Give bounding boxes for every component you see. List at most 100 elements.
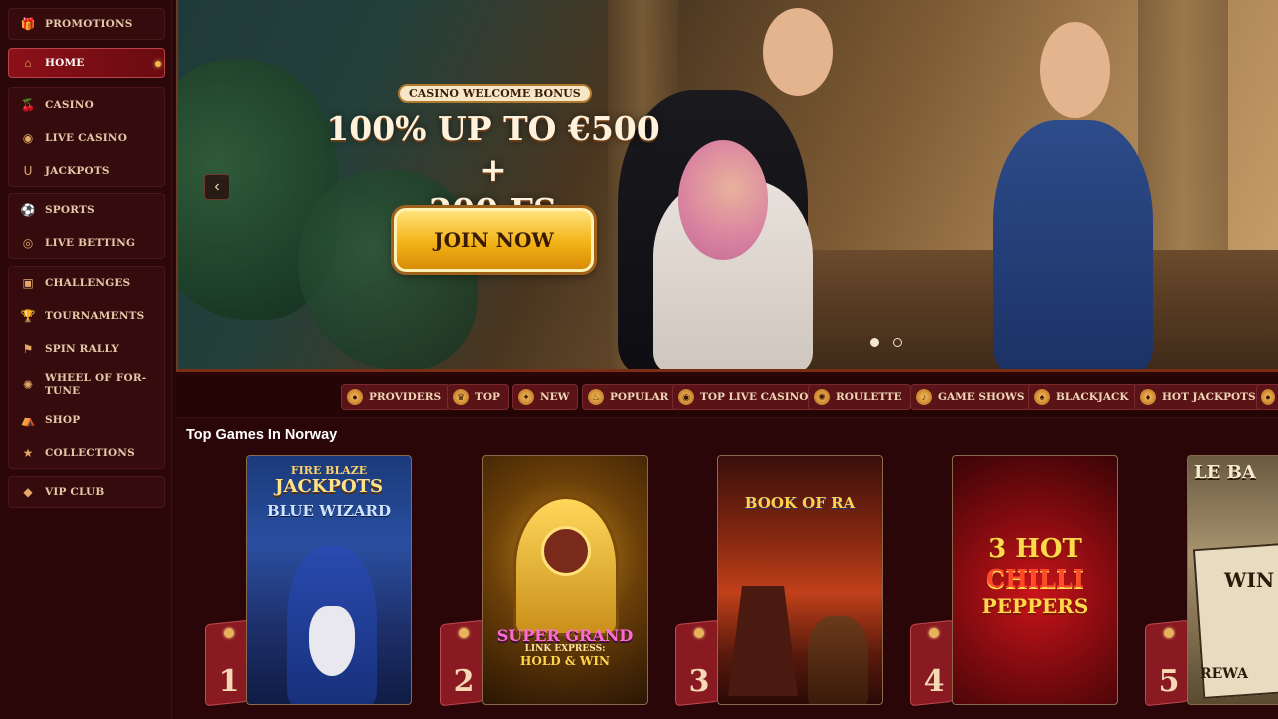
providers-icon: ● — [347, 389, 363, 405]
horseshoe-icon: Ս — [23, 164, 33, 178]
sidebar-item-label: HOME — [45, 56, 85, 69]
flame-icon: ♨ — [588, 389, 604, 405]
rank-number: 1 — [218, 664, 240, 699]
explorer-illustration — [808, 616, 868, 704]
casino-app: 🎁 PROMOTIONS ⌂ HOME 🍒 CASINO ◉ LIVE CASI… — [0, 0, 1278, 719]
category-icon: ● — [1261, 389, 1275, 405]
category-label: ROULETTE — [836, 391, 902, 403]
tuxedo-man-head — [763, 8, 833, 96]
star-icon: ★ — [22, 446, 34, 460]
woman-head — [678, 140, 768, 260]
category-label: TOP — [475, 391, 500, 403]
game-title-line: HOLD & WIN — [520, 654, 610, 668]
diamond-icon: ◆ — [23, 485, 33, 499]
sidebar-item-wheel-of-fortune[interactable]: ✺ WHEEL OF FOR- TUNE — [9, 367, 164, 403]
sidebar-item-casino[interactable]: 🍒 CASINO — [9, 90, 164, 120]
sidebar-item-vip-club[interactable]: ◆ VIP CLUB — [9, 477, 164, 507]
game-card-super-grand[interactable]: SUPER GRAND LINK EXPRESS: HOLD & WIN — [482, 455, 648, 705]
sidebar: 🎁 PROMOTIONS ⌂ HOME 🍒 CASINO ◉ LIVE CASI… — [0, 0, 172, 719]
sidebar-item-live-casino[interactable]: ◉ LIVE CASINO — [9, 123, 164, 153]
chips-icon: ◉ — [22, 131, 34, 145]
category-label: GAME SHOWS — [938, 391, 1025, 403]
category-providers[interactable]: ● PROVIDERS — [341, 384, 451, 410]
temple-illustration — [728, 586, 798, 696]
game-card-3-hot-chilli-peppers[interactable]: 3 HOT CHILLI PEPPERS — [952, 455, 1118, 705]
sidebar-item-label: CASINO — [45, 98, 94, 111]
game-title-line: JACKPOTS — [274, 476, 384, 497]
category-label: PROVIDERS — [369, 391, 442, 403]
sidebar-item-jackpots[interactable]: Ս JACKPOTS — [9, 156, 164, 186]
rank-number: 2 — [453, 664, 475, 699]
sidebar-group-home: ⌂ HOME — [8, 48, 165, 80]
category-top[interactable]: ♛ TOP — [447, 384, 509, 410]
game-card-le-bandit[interactable]: LE BA WIN REWA — [1187, 455, 1278, 705]
wizard-beard — [309, 606, 355, 676]
game-title-line: WIN — [1224, 568, 1275, 592]
bonus-tag: CASINO WELCOME BONUS — [398, 84, 592, 103]
sidebar-item-shop[interactable]: ⛺ SHOP — [9, 405, 164, 435]
sidebar-group-vip: ◆ VIP CLUB — [8, 476, 165, 508]
sidebar-item-collections[interactable]: ★ COLLECTIONS — [9, 438, 164, 468]
rank-pin — [929, 628, 939, 638]
sidebar-item-promotions[interactable]: 🎁 PROMOTIONS — [9, 9, 164, 39]
treasure-icon: ▣ — [22, 276, 34, 290]
category-label: POPULAR — [610, 391, 669, 403]
sidebar-item-tournaments[interactable]: 🏆 TOURNAMENTS — [9, 301, 164, 331]
bonus-title-line-1: 100% UP TO €500 + — [326, 109, 660, 189]
microphone-icon: ♪ — [916, 389, 932, 405]
category-label: BLACKJACK — [1056, 391, 1129, 403]
rank-pin — [694, 628, 704, 638]
wheel-icon: ✺ — [22, 378, 34, 392]
category-new[interactable]: ✦ NEW — [512, 384, 579, 410]
game-title-line: BLUE WIZARD — [266, 502, 392, 520]
join-now-button[interactable]: JOIN NOW — [394, 208, 594, 272]
slide-dot-1[interactable] — [870, 338, 879, 347]
category-next-partial[interactable]: ● — [1256, 384, 1278, 410]
category-top-live-casino[interactable]: ◉ TOP LIVE CASINO — [672, 384, 818, 410]
slide-indicators — [870, 338, 902, 347]
rank-number: 4 — [923, 664, 945, 699]
new-icon: ✦ — [518, 389, 534, 405]
trophy-icon: 🏆 — [20, 309, 36, 323]
sidebar-item-label: LIVE BETTING — [45, 236, 136, 249]
sidebar-item-label: WHEEL OF FOR- TUNE — [45, 372, 147, 397]
chevron-left-icon[interactable]: ‹ — [204, 174, 230, 200]
category-blackjack[interactable]: ♠ BLACKJACK — [1028, 384, 1138, 410]
sidebar-item-sports[interactable]: ⚽ SPORTS — [9, 195, 164, 225]
category-roulette[interactable]: ✺ ROULETTE — [808, 384, 911, 410]
game-title-line: SUPER GRAND — [496, 626, 634, 645]
bellhop-illustration — [993, 120, 1153, 369]
sidebar-item-label: SPORTS — [45, 203, 95, 216]
sidebar-group-extras: ▣ CHALLENGES 🏆 TOURNAMENTS ⚑ SPIN RALLY … — [8, 266, 165, 469]
sidebar-item-home[interactable]: ⌂ HOME — [8, 48, 165, 78]
category-game-shows[interactable]: ♪ GAME SHOWS — [910, 384, 1034, 410]
slide-dot-2[interactable] — [893, 338, 902, 347]
game-card-blue-wizard[interactable]: FIRE BLAZE JACKPOTS BLUE WIZARD — [246, 455, 412, 705]
category-popular[interactable]: ♨ POPULAR — [582, 384, 678, 410]
roulette-icon: ✺ — [814, 389, 830, 405]
crown-icon: ♛ — [453, 389, 469, 405]
sidebar-item-live-betting[interactable]: ◎ LIVE BETTING — [9, 228, 164, 258]
sidebar-item-spin-rally[interactable]: ⚑ SPIN RALLY — [9, 334, 164, 364]
sidebar-item-label: PROMOTIONS — [45, 17, 133, 30]
diamond-emblem — [541, 526, 591, 576]
hero-banner[interactable]: CASINO WELCOME BONUS 100% UP TO €500 + 2… — [176, 0, 1278, 372]
category-hot-jackpots[interactable]: ♦ HOT JACKPOTS — [1134, 384, 1265, 410]
game-title-line: CHILLI — [986, 564, 1084, 593]
sidebar-item-challenges[interactable]: ▣ CHALLENGES — [9, 268, 164, 298]
game-title-line: LINK EXPRESS: — [524, 644, 606, 654]
game-card-book-of-ra[interactable]: BOOK OF RA — [717, 455, 883, 705]
category-label: HOT JACKPOTS — [1162, 391, 1256, 403]
race-flag-icon: ⚑ — [22, 342, 34, 356]
house-icon: ⌂ — [24, 56, 32, 70]
category-label: TOP LIVE CASINO — [700, 391, 809, 403]
cards-icon: ♠ — [1034, 389, 1050, 405]
soccer-ball-icon: ⚽ — [20, 203, 36, 217]
sidebar-item-label: CHALLENGES — [45, 276, 131, 289]
section-title: Top Games In Norway — [186, 427, 338, 443]
category-label: NEW — [540, 391, 570, 403]
sidebar-group-casino: 🍒 CASINO ◉ LIVE CASINO Ս JACKPOTS — [8, 87, 165, 187]
sidebar-item-label: SPIN RALLY — [45, 342, 120, 355]
live-icon: ◎ — [22, 236, 34, 250]
rank-number: 3 — [688, 664, 710, 699]
